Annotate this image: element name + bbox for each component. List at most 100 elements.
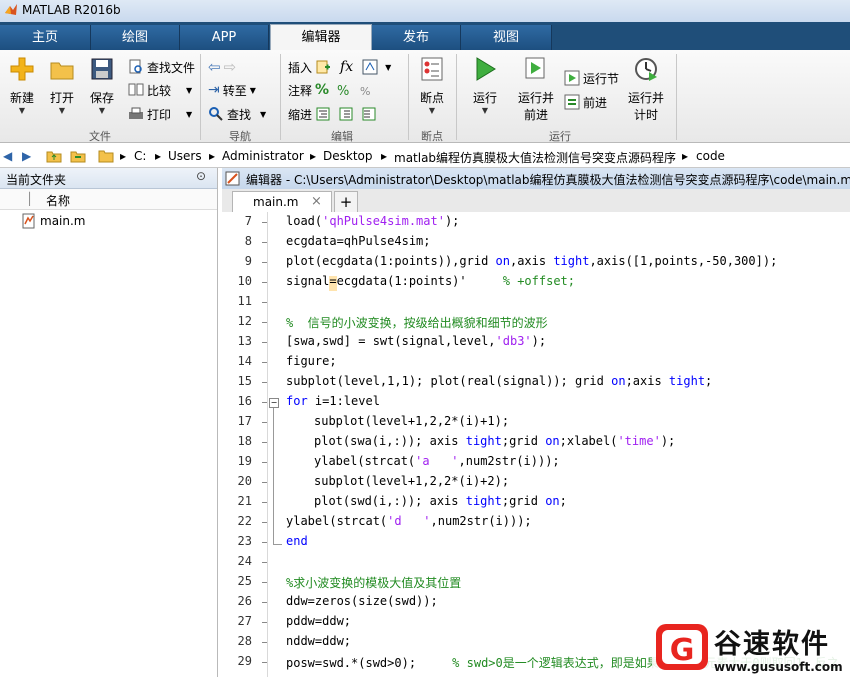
run-and-time-button[interactable]: 运行并 计时 [624, 56, 668, 123]
tab-editor[interactable]: 编辑器 [270, 24, 372, 51]
open-label: 打开 [49, 91, 74, 105]
separator [408, 54, 409, 140]
line-number: 16 [237, 394, 252, 408]
run-and-advance-button[interactable]: 运行并 前进 [514, 56, 558, 123]
comment-percent-icon[interactable]: % [315, 82, 329, 98]
advance-icon [564, 94, 580, 110]
smart-indent-icon[interactable] [315, 106, 331, 122]
fx-icon[interactable]: fx [340, 59, 353, 75]
sort-indicator-icon: │ [26, 192, 34, 206]
breakpoints-button[interactable]: 断点 ▼ [414, 56, 450, 115]
new-tab-button[interactable]: + [334, 191, 358, 213]
code-line[interactable]: figure; [286, 354, 337, 368]
folder-open-icon [50, 62, 74, 80]
line-number: 13 [237, 334, 252, 348]
compare-label: 比较 [147, 83, 172, 98]
insert-icon [316, 60, 331, 74]
fold-toggle-icon[interactable]: − [269, 398, 279, 408]
editor-title-bar: 编辑器 - C:\Users\Administrator\Desktop\mat… [222, 168, 850, 190]
tab-view[interactable]: 视图 [461, 25, 552, 50]
path-crumb[interactable]: Administrator [222, 149, 304, 163]
line-number: 27 [237, 614, 252, 628]
print-button[interactable]: 打印 ▼ [128, 104, 192, 124]
path-crumb[interactable]: Users [168, 149, 202, 163]
path-crumb[interactable]: matlab编程仿真膜极大值法检测信号突变点源码程序 [394, 149, 676, 166]
advance-button[interactable]: 前进 [564, 92, 607, 112]
breakpoints-group-label: 断点 [421, 130, 443, 143]
magnifier-icon [209, 107, 223, 121]
line-number: 14 [237, 354, 252, 368]
panel-menu-icon[interactable]: ⊙ [196, 169, 206, 183]
indent-button[interactable]: 缩进 [288, 104, 377, 124]
code-line[interactable]: subplot(level+1,2,2*(i)+1); [314, 414, 509, 428]
insert-function-icon[interactable] [362, 59, 378, 75]
wrap-comments-icon[interactable]: % [359, 82, 375, 98]
find-button[interactable]: 查找 ▼ [208, 104, 266, 124]
code-line[interactable]: for i=1:level [286, 394, 380, 408]
increase-indent-icon[interactable] [338, 106, 354, 122]
watermark-logo-letter: G [670, 633, 695, 668]
tab-publish[interactable]: 发布 [372, 25, 461, 50]
save-button[interactable]: 保存 ▼ [86, 56, 118, 115]
path-crumb[interactable]: C: [134, 149, 146, 163]
run-group-label: 运行 [549, 130, 571, 143]
code-line[interactable]: [swa,swd] = swt(signal,level,'db3'); [286, 334, 546, 348]
forward-nav-icon[interactable]: ▶ [22, 149, 31, 163]
path-separator: ▸ [155, 149, 162, 163]
compare-button[interactable]: 比较 ▼ [128, 80, 192, 100]
editor-icon [225, 171, 240, 186]
back-nav-icon[interactable]: ◀ [3, 149, 12, 163]
file-tab-main-m[interactable]: main.m × [232, 191, 332, 214]
close-tab-icon[interactable]: × [311, 194, 322, 209]
code-line[interactable]: plot(swd(i,:)); axis tight;grid on; [314, 494, 567, 508]
decrease-indent-icon[interactable] [361, 106, 377, 122]
find-files-button[interactable]: 查找文件 [128, 57, 195, 77]
code-line[interactable]: subplot(level+1,2,2*(i)+2); [314, 474, 509, 488]
goto-button[interactable]: ⇥ 转至 ▼ [208, 80, 256, 100]
svg-text:%: % [337, 84, 349, 98]
name-column-header[interactable]: │ 名称 [0, 189, 217, 210]
watermark-url: www.gususoft.com [714, 660, 843, 674]
run-play-icon [476, 57, 496, 81]
code-line[interactable]: ylabel(strcat('d ',num2str(i))); [286, 514, 532, 528]
code-line[interactable]: end [286, 534, 308, 548]
open-button[interactable]: 打开 ▼ [46, 56, 78, 115]
code-line[interactable]: plot(ecgdata(1:points)),grid on,axis tig… [286, 254, 777, 268]
comment-button[interactable]: 注释 % % % [288, 80, 375, 100]
line-number: 29 [237, 654, 252, 668]
code-line[interactable]: subplot(level,1,1); plot(real(signal)); … [286, 374, 712, 388]
edit-group-label: 编辑 [331, 130, 353, 143]
code-line[interactable]: ylabel(strcat('a ',num2str(i))); [314, 454, 560, 468]
forward-arrow-icon[interactable]: ⇨ [224, 58, 237, 76]
insert-button[interactable]: 插入 fx ▼ [288, 57, 391, 77]
line-number: 17 [237, 414, 252, 428]
code-line[interactable]: nddw=ddw; [286, 634, 351, 648]
back-arrow-icon[interactable]: ⇦ [208, 58, 221, 76]
separator [456, 54, 457, 140]
run-button[interactable]: 运行 ▼ [466, 56, 504, 115]
indent-label: 缩进 [288, 107, 313, 122]
path-crumb[interactable]: Desktop [323, 149, 373, 163]
open-dropdown-icon: ▼ [58, 106, 66, 115]
new-button[interactable]: 新建 ▼ [6, 56, 38, 115]
code-editor[interactable]: 7 load('qhPulse4sim.mat'); 8 ecgdata=qhPuls… [222, 212, 850, 677]
code-line[interactable]: % 信号的小波变换，按级给出概貌和细节的波形 [286, 314, 548, 331]
code-line[interactable]: ddw=zeros(size(swd)); [286, 594, 438, 608]
browse-folder-icon[interactable] [70, 148, 86, 164]
tab-home[interactable]: 主页 [0, 25, 91, 50]
path-crumb[interactable]: code [696, 149, 725, 163]
code-line[interactable]: ecgdata=qhPulse4sim; [286, 234, 431, 248]
name-column-label: 名称 [46, 194, 71, 208]
back-forward-buttons[interactable]: ⇦ ⇨ [208, 57, 236, 77]
window-title: MATLAB R2016b [22, 3, 121, 17]
up-folder-icon[interactable] [46, 148, 62, 164]
tab-plots[interactable]: 绘图 [91, 25, 180, 50]
tab-apps[interactable]: APP [180, 25, 269, 50]
code-line[interactable]: %求小波变换的模极大值及其位置 [286, 574, 461, 591]
run-section-button[interactable]: 运行节 [564, 68, 619, 88]
code-line[interactable]: load('qhPulse4sim.mat'); [286, 214, 459, 228]
code-line[interactable]: signal=ecgdata(1:points)' % +offset; [286, 274, 575, 288]
code-line[interactable]: pddw=ddw; [286, 614, 351, 628]
code-line[interactable]: plot(swa(i,:)); axis tight;grid on;xlabe… [314, 434, 675, 448]
uncomment-icon[interactable]: % [336, 82, 352, 98]
